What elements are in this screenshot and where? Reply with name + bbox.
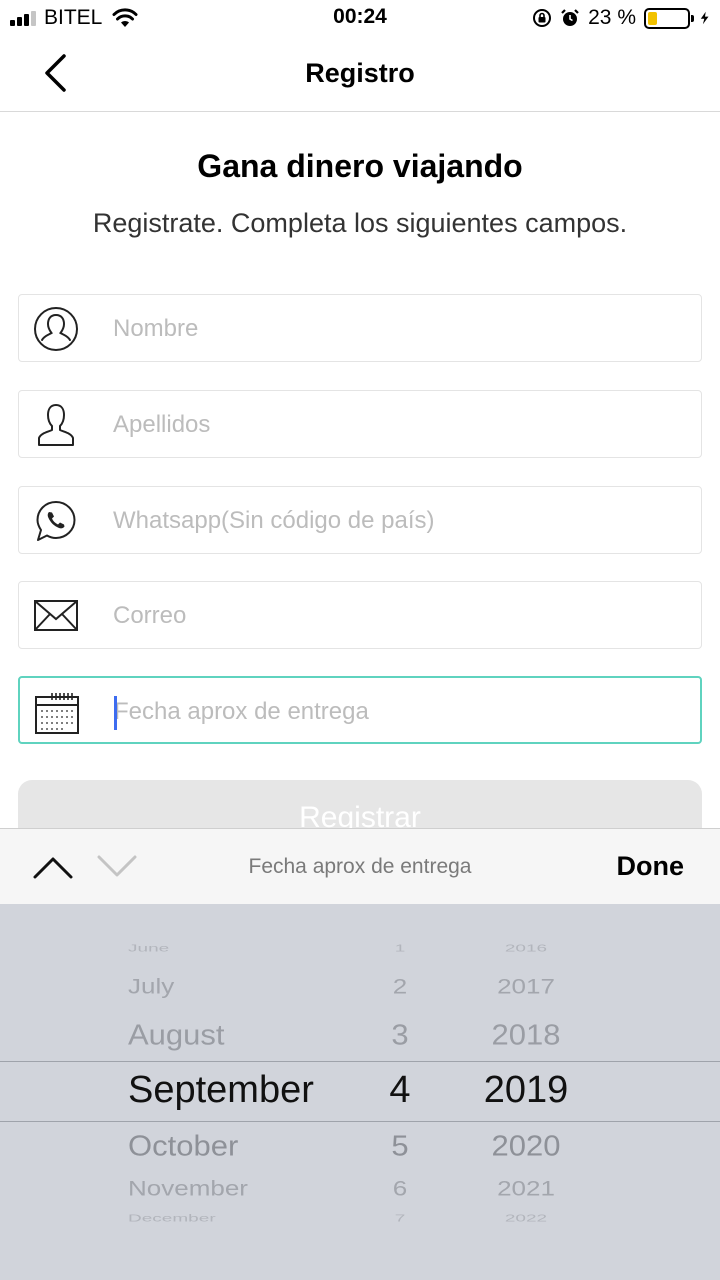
month-option[interactable]: August bbox=[128, 1018, 225, 1051]
input-accessory-toolbar: Fecha aprox de entrega Done bbox=[0, 828, 720, 904]
day-wheel[interactable]: 1 2 3 4 5 6 7 bbox=[370, 904, 430, 1280]
fecha-entrega-field[interactable] bbox=[18, 676, 702, 744]
year-option[interactable]: 2018 bbox=[466, 1018, 586, 1051]
toolbar-field-label: Fecha aprox de entrega bbox=[248, 855, 472, 878]
date-picker[interactable]: June July August September October Novem… bbox=[0, 904, 720, 1280]
year-option[interactable]: 2017 bbox=[466, 974, 586, 999]
alarm-icon bbox=[561, 9, 579, 26]
day-option[interactable]: 2 bbox=[370, 974, 430, 999]
day-option[interactable]: 3 bbox=[370, 1018, 430, 1051]
month-option[interactable]: October bbox=[128, 1129, 238, 1162]
whatsapp-icon bbox=[36, 501, 76, 541]
status-right: 23 % bbox=[532, 5, 712, 31]
page-subtitle: Registrate. Completa los siguientes camp… bbox=[92, 208, 628, 238]
fecha-entrega-input[interactable] bbox=[114, 692, 684, 732]
nombre-field[interactable] bbox=[18, 294, 702, 362]
month-option-selected[interactable]: September bbox=[128, 1069, 314, 1111]
month-option[interactable]: July bbox=[128, 974, 174, 999]
correo-input[interactable] bbox=[113, 596, 683, 636]
calendar-icon bbox=[35, 693, 79, 734]
apellidos-input[interactable] bbox=[113, 405, 683, 445]
orientation-lock-icon bbox=[533, 9, 552, 27]
done-button[interactable]: Done bbox=[617, 851, 685, 882]
person-icon bbox=[38, 404, 74, 446]
year-option[interactable]: 2020 bbox=[466, 1129, 586, 1162]
year-option-selected[interactable]: 2019 bbox=[466, 1069, 586, 1111]
charging-icon bbox=[700, 11, 709, 25]
year-option[interactable]: 2021 bbox=[466, 1176, 586, 1201]
user-circle-icon bbox=[34, 307, 78, 351]
day-option[interactable]: 6 bbox=[370, 1176, 430, 1201]
battery-level bbox=[648, 11, 657, 25]
day-option[interactable]: 1 bbox=[370, 942, 430, 955]
whatsapp-field[interactable] bbox=[18, 486, 702, 554]
battery-percent: 23 % bbox=[588, 6, 636, 29]
year-option[interactable]: 2016 bbox=[466, 942, 586, 955]
page-title: Gana dinero viajando bbox=[197, 148, 523, 184]
day-option[interactable]: 7 bbox=[370, 1212, 430, 1225]
battery-icon bbox=[644, 7, 694, 29]
correo-field[interactable] bbox=[18, 581, 702, 649]
navigation-bar: Registro bbox=[0, 36, 720, 112]
month-option[interactable]: June bbox=[128, 942, 169, 955]
whatsapp-input[interactable] bbox=[113, 501, 683, 541]
year-wheel[interactable]: 2016 2017 2018 2019 2020 2021 2022 bbox=[466, 904, 586, 1280]
nav-title: Registro bbox=[305, 58, 415, 88]
year-option[interactable]: 2022 bbox=[466, 1212, 586, 1225]
text-cursor bbox=[114, 696, 117, 730]
month-wheel[interactable]: June July August September October Novem… bbox=[128, 904, 368, 1280]
month-option[interactable]: November bbox=[128, 1176, 248, 1201]
apellidos-field[interactable] bbox=[18, 390, 702, 458]
nombre-input[interactable] bbox=[113, 309, 683, 349]
envelope-icon bbox=[34, 600, 78, 631]
month-option[interactable]: December bbox=[128, 1212, 216, 1225]
day-option[interactable]: 5 bbox=[370, 1129, 430, 1162]
day-option-selected[interactable]: 4 bbox=[370, 1069, 430, 1111]
status-bar: BITEL 00:24 23 % bbox=[0, 0, 720, 36]
